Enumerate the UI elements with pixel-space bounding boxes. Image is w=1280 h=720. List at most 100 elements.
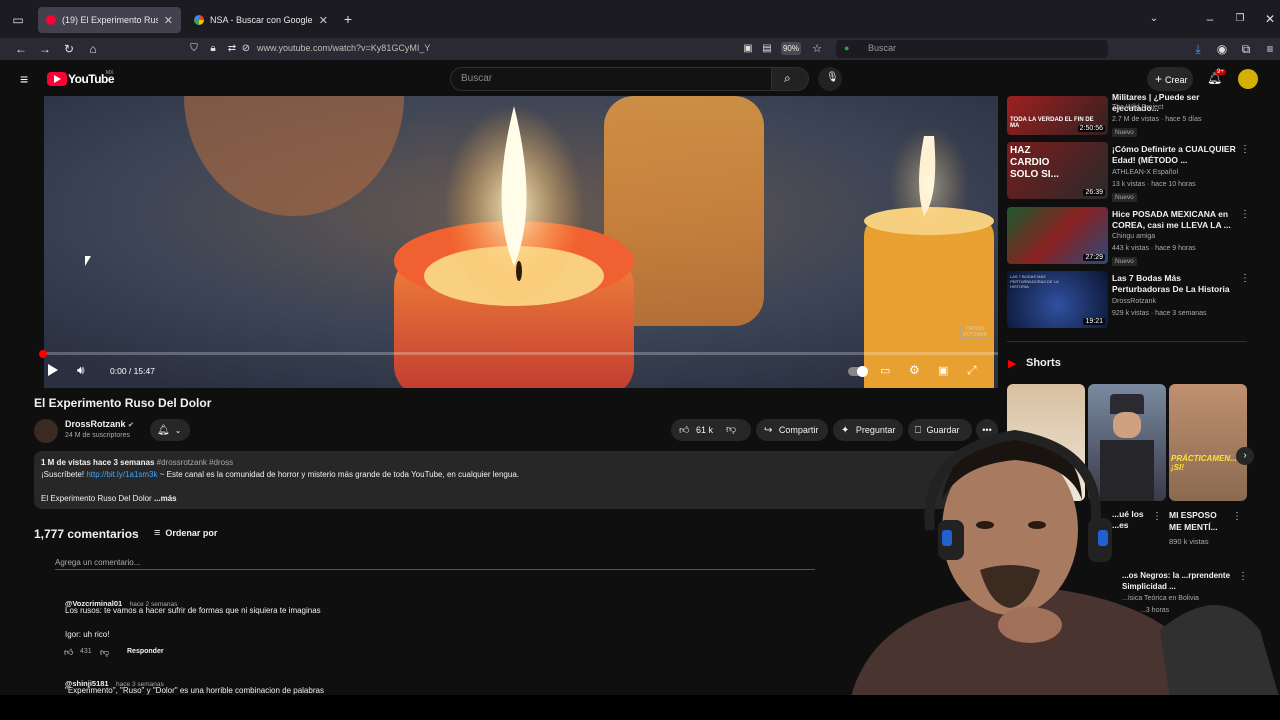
share-icon: ↪ bbox=[764, 425, 773, 436]
zoom-level[interactable]: 90% bbox=[781, 42, 801, 55]
home-icon[interactable]: ⌂ bbox=[85, 41, 101, 57]
more-vertical-icon[interactable]: ⋮ bbox=[1240, 209, 1250, 220]
subscriber-count: 24 M de suscriptores bbox=[65, 432, 130, 439]
related-video-title[interactable]: Las 7 Bodas Más Perturbadoras De La Hist… bbox=[1112, 273, 1236, 295]
close-window-icon[interactable]: ✕ bbox=[1262, 11, 1278, 27]
related-video-title[interactable]: Hice POSADA MEXICANA en COREA, casi me L… bbox=[1112, 209, 1236, 231]
reload-icon[interactable]: ↻ bbox=[61, 41, 77, 57]
sort-icon: ≡ bbox=[154, 527, 161, 539]
comment-like-icon[interactable]: 👍︎ bbox=[64, 647, 73, 658]
related-video-thumbnail[interactable]: HAZ CARDIO SOLO SI... 26:39 bbox=[1007, 142, 1108, 199]
search-placeholder: Buscar bbox=[461, 73, 493, 84]
description-suffix: ~ Este canal es la comunidad de horror y… bbox=[157, 470, 519, 479]
new-tab-icon[interactable]: + bbox=[340, 11, 356, 27]
comment-count: 1,777 comentarios bbox=[34, 527, 139, 541]
volume-icon[interactable]: 🔊︎ bbox=[77, 363, 85, 378]
search-button[interactable]: ⌕ bbox=[771, 67, 809, 91]
scrubber-handle[interactable] bbox=[39, 350, 47, 358]
reader-view-icon[interactable]: ▤ bbox=[759, 41, 775, 57]
shorts-icon: ▶ bbox=[1008, 358, 1017, 370]
create-button[interactable]: + Crear bbox=[1147, 67, 1193, 91]
add-comment-placeholder: Agrega un comentario... bbox=[55, 558, 141, 567]
chevron-down-icon: ⌄ bbox=[174, 426, 182, 435]
sort-comments-button[interactable]: ≡ Ordenar por bbox=[154, 527, 217, 539]
fullscreen-icon[interactable]: ⤢ bbox=[967, 363, 977, 378]
related-video-meta: 929 k vistas · hace 3 semanas bbox=[1112, 310, 1207, 317]
comment-text-2: Igor: uh rico! bbox=[65, 630, 110, 639]
picture-icon[interactable]: ▣ bbox=[740, 41, 756, 57]
progress-bar[interactable] bbox=[44, 352, 998, 355]
tab-google[interactable]: NSA - Buscar con Google ✕ bbox=[186, 7, 336, 33]
autoplay-toggle[interactable] bbox=[848, 366, 868, 377]
comment-dislike-icon[interactable]: 👎︎ bbox=[100, 647, 109, 658]
camera-blocked-icon[interactable]: ⊘ bbox=[238, 41, 254, 57]
related-video-thumbnail[interactable]: 27:29 bbox=[1007, 207, 1108, 264]
maximize-icon[interactable]: ❐ bbox=[1232, 11, 1248, 27]
video-title: El Experimento Ruso Del Dolor bbox=[34, 396, 212, 410]
region-code: MX bbox=[106, 70, 114, 76]
related-video-title[interactable]: ¡Cómo Definirte a CUALQUIER Edad! (MÉTOD… bbox=[1112, 144, 1236, 166]
address-bar[interactable]: www.youtube.com/watch?v=Ky81GCyMI_Y bbox=[257, 43, 430, 53]
settings-gear-icon[interactable]: ⚙ bbox=[909, 363, 920, 377]
channel-name[interactable]: DrossRotzank ✔ bbox=[65, 419, 134, 429]
new-badge: Nuevo bbox=[1112, 128, 1137, 137]
shorts-heading: Shorts bbox=[1026, 357, 1061, 369]
related-video-channel[interactable]: Chingu amiga bbox=[1112, 233, 1155, 240]
tab-youtube[interactable]: (19) El Experimento Ruso Del D ✕ bbox=[38, 7, 181, 33]
related-video-channel[interactable]: ATHLEAN-X Español bbox=[1112, 169, 1178, 176]
extensions-icon[interactable]: ⧉ bbox=[1238, 41, 1254, 57]
play-icon[interactable] bbox=[48, 364, 58, 376]
account-icon[interactable]: ◉ bbox=[1214, 41, 1230, 57]
hashtags[interactable]: #drossrotzank #dross bbox=[157, 458, 233, 467]
video-player[interactable] bbox=[44, 96, 998, 388]
close-tab-icon[interactable]: ✕ bbox=[319, 14, 328, 27]
description-prefix: ¡Suscríbete! bbox=[41, 470, 87, 479]
browser-search-box[interactable]: ● Buscar bbox=[836, 40, 1108, 58]
tab-list-icon[interactable]: ▭ bbox=[10, 12, 26, 28]
channel-avatar[interactable] bbox=[34, 419, 58, 443]
shield-icon[interactable]: ⛉ bbox=[186, 41, 202, 57]
related-video-meta: 13 k vistas · hace 10 horas bbox=[1112, 181, 1196, 188]
subtitles-icon[interactable]: ▭ bbox=[880, 364, 890, 377]
youtube-logo-icon[interactable] bbox=[47, 72, 67, 86]
theater-mode-icon[interactable]: ▣ bbox=[938, 364, 948, 377]
description-link[interactable]: http://bit.ly/1a1sm3k bbox=[86, 470, 157, 479]
add-comment-input[interactable]: Agrega un comentario... bbox=[55, 558, 815, 570]
related-video-channel[interactable]: The Wild Project bbox=[1112, 104, 1163, 111]
sort-label: Ordenar por bbox=[165, 528, 218, 538]
browser-tab-bar: ▭ (19) El Experimento Ruso Del D ✕ NSA -… bbox=[0, 0, 1280, 38]
dislike-icon[interactable]: 👎︎ bbox=[726, 419, 736, 441]
youtube-search-input[interactable]: Buscar bbox=[450, 67, 772, 91]
more-vertical-icon[interactable]: ⋮ bbox=[1240, 144, 1250, 155]
comment-text: "Experimento", "Ruso" y "Dolor" es una h… bbox=[65, 686, 324, 695]
lock-icon[interactable]: 🔒︎ bbox=[205, 41, 221, 57]
voice-search-button[interactable]: 🎙︎ bbox=[818, 67, 842, 91]
related-video-meta: 2.7 M de vistas · hace 5 días bbox=[1112, 116, 1202, 123]
reply-button[interactable]: Responder bbox=[127, 648, 164, 655]
menu-icon[interactable]: ≡ bbox=[1262, 41, 1278, 57]
search-engine-icon: ● bbox=[844, 43, 850, 53]
related-video-thumbnail[interactable]: LAS 7 BODAS MÁS PERTURBADORAS DE LA HIST… bbox=[1007, 271, 1108, 328]
share-button[interactable]: ↪ Compartir bbox=[756, 419, 828, 441]
tab-overflow-chevron-icon[interactable]: ⌄ bbox=[1146, 11, 1162, 27]
like-icon[interactable]: 👍︎ bbox=[679, 425, 689, 436]
subscription-bell-button[interactable]: 🔔︎ ⌄ bbox=[150, 419, 190, 441]
avatar[interactable] bbox=[1238, 69, 1258, 89]
more-vertical-icon[interactable]: ⋮ bbox=[1240, 273, 1250, 284]
hamburger-menu-icon[interactable]: ≡ bbox=[20, 71, 28, 87]
share-label: Compartir bbox=[778, 425, 819, 435]
related-video-thumbnail[interactable]: TODA LA VERDAD EL FIN DE MA 2:50:56 bbox=[1007, 96, 1108, 135]
download-icon[interactable]: ⤓ bbox=[1190, 41, 1206, 57]
show-more-link[interactable]: ...más bbox=[154, 494, 177, 503]
close-tab-icon[interactable]: ✕ bbox=[164, 14, 173, 27]
back-icon[interactable]: ← bbox=[13, 41, 29, 57]
video-watermark: DROSS ROTZANK bbox=[960, 325, 990, 339]
related-video-channel[interactable]: DrossRotzank bbox=[1112, 298, 1156, 305]
description-title-line: El Experimento Ruso Del Dolor bbox=[41, 494, 152, 503]
thumbnail-text: HAZ CARDIO SOLO SI... bbox=[1010, 145, 1059, 180]
forward-icon[interactable]: → bbox=[37, 41, 53, 57]
like-count[interactable]: 61 k bbox=[696, 425, 713, 435]
minimize-icon[interactable]: – bbox=[1202, 11, 1218, 27]
description-line-3: El Experimento Ruso Del Dolor ...más bbox=[41, 494, 177, 503]
bookmark-star-icon[interactable]: ☆ bbox=[809, 41, 825, 57]
